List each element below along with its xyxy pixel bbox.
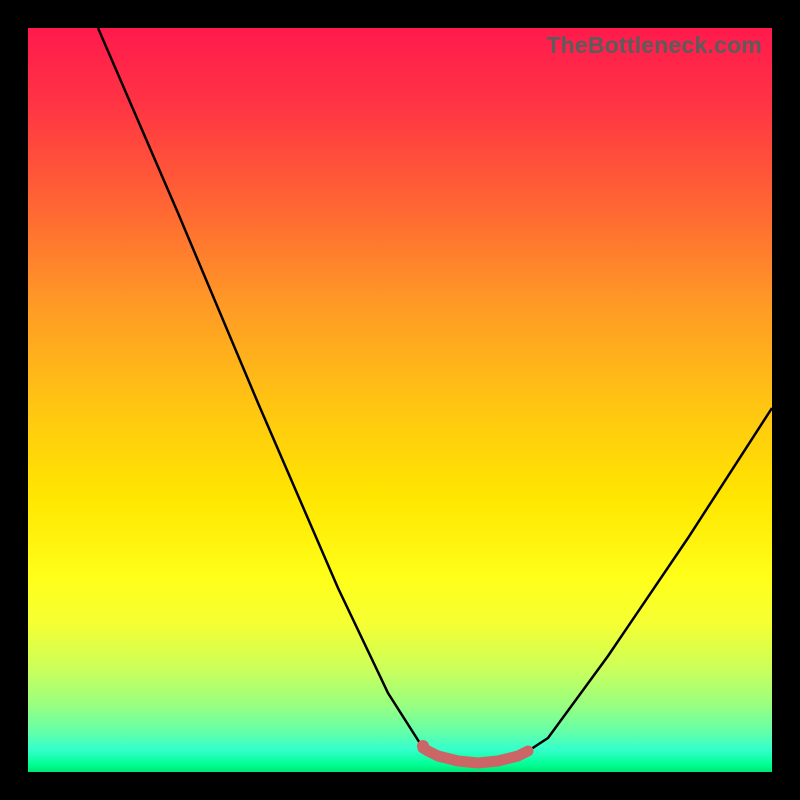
trough-highlight <box>423 748 528 763</box>
chart-frame: TheBottleneck.com <box>0 0 800 800</box>
trough-start-dot <box>417 740 429 752</box>
chart-plot-area: TheBottleneck.com <box>28 28 772 772</box>
bottleneck-curve <box>98 28 772 763</box>
chart-svg <box>28 28 772 772</box>
